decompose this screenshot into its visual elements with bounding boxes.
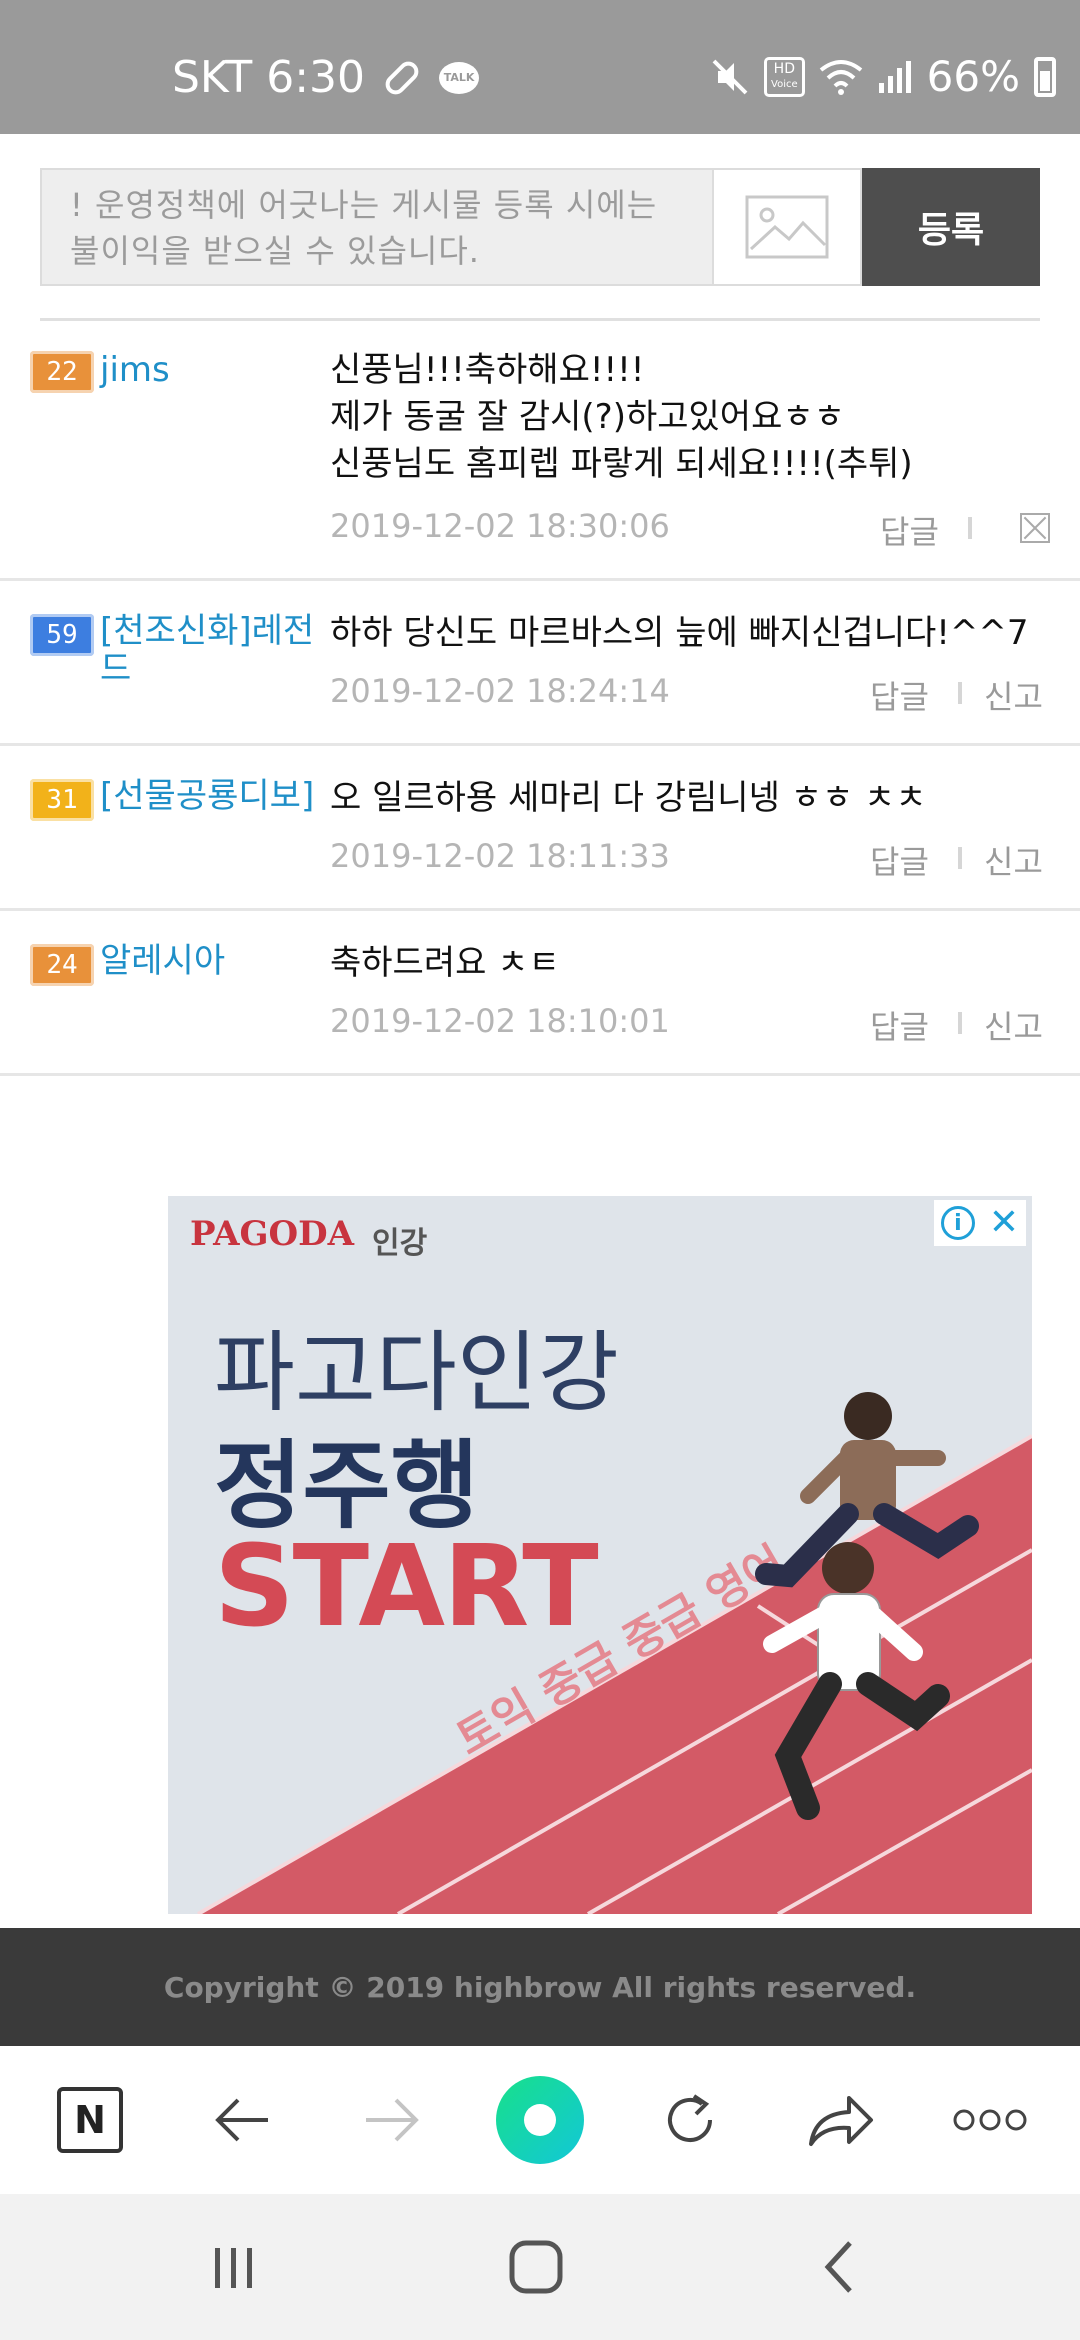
- ad-brand-sub: 인강: [372, 1226, 428, 1261]
- arrow-left-icon: [215, 2098, 268, 2142]
- more-dots-icon: [953, 2109, 1027, 2131]
- report-button[interactable]: 신고: [984, 1002, 1043, 1048]
- report-button[interactable]: 신고: [984, 837, 1043, 883]
- share-button[interactable]: [788, 2068, 892, 2172]
- battery-percent: 66%: [926, 52, 1020, 101]
- comment-nickname[interactable]: [천조신화]레전드: [100, 612, 320, 688]
- comment-nickname[interactable]: jims: [100, 351, 320, 389]
- more-button[interactable]: [938, 2068, 1042, 2172]
- report-button[interactable]: 신고: [984, 672, 1043, 718]
- comment-body: 하하 당신도 마르바스의 늪에 빠지신겁니다!^^7: [330, 613, 1029, 653]
- advertisement-banner[interactable]: 토익 중급 중급 영어 PAGODA 인강 i ✕ 파고다인강 정주행 STAR…: [168, 1196, 1032, 1914]
- image-icon: [745, 195, 829, 259]
- comment-input[interactable]: ! 운영정책에 어긋나는 게시물 등록 시에는 불이익을 받으실 수 있습니다.: [40, 168, 714, 286]
- comment-item: 59 [천조신화]레전드 하하 당신도 마르바스의 늪에 빠지신겁니다!^^7 …: [0, 584, 1080, 746]
- back-button[interactable]: [190, 2068, 294, 2172]
- share-arrow-icon: [809, 2096, 873, 2146]
- reply-button[interactable]: 답글: [880, 507, 939, 553]
- home-button[interactable]: [496, 2230, 576, 2304]
- n-icon: N: [57, 2087, 123, 2153]
- comment-nickname[interactable]: 알레시아: [100, 942, 320, 980]
- wifi-icon: [819, 59, 862, 95]
- ad-brand-logo: PAGODA: [190, 1214, 354, 1254]
- comment-date: 2019-12-02 18:11:33: [330, 837, 670, 875]
- status-left: SKT 6:30 TALK: [172, 52, 480, 103]
- talk-icon: TALK: [439, 61, 480, 94]
- home-square-icon: [509, 2240, 563, 2294]
- comment-form: ! 운영정책에 어긋나는 게시물 등록 시에는 불이익을 받으실 수 있습니다.…: [40, 168, 1040, 286]
- comment-body: 오 일르하용 세마리 다 강림니넹 ㅎㅎ ㅊㅊ: [330, 778, 927, 818]
- info-icon[interactable]: i: [940, 1206, 975, 1240]
- comment-date: 2019-12-02 18:24:14: [330, 672, 670, 710]
- browser-toolbar: N: [0, 2046, 1080, 2194]
- reply-button[interactable]: 답글: [870, 837, 929, 883]
- delete-icon[interactable]: [1020, 513, 1050, 543]
- image-attach-button[interactable]: [714, 168, 862, 286]
- comment-body: 신풍님!!!축하해요!!!! 제가 동굴 잘 감시(?)하고있어요ㅎㅎ 신풍님도…: [330, 350, 913, 484]
- signal-icon: [878, 60, 911, 93]
- mute-icon: [712, 59, 748, 94]
- close-icon[interactable]: ✕: [989, 1205, 1019, 1241]
- pill-icon: [381, 56, 423, 99]
- submit-button[interactable]: 등록: [862, 168, 1040, 286]
- battery-icon: [1034, 56, 1056, 97]
- level-badge: 24: [30, 944, 94, 986]
- forward-button[interactable]: [340, 2068, 444, 2172]
- action-separator: [958, 682, 962, 704]
- level-badge: 59: [30, 614, 94, 656]
- hd-voice-icon: HD Voice: [764, 56, 805, 97]
- action-separator: [958, 847, 962, 869]
- comment-item: 31 [선물공룡디보] 오 일르하용 세마리 다 강림니넹 ㅎㅎ ㅊㅊ 2019…: [0, 749, 1080, 911]
- carrier-time: SKT 6:30: [172, 52, 366, 103]
- level-badge: 22: [30, 351, 94, 393]
- copyright-footer: Copyright © 2019 highbrow All rights res…: [0, 1928, 1080, 2046]
- green-dot-button[interactable]: [488, 2068, 592, 2172]
- reload-icon: [668, 2094, 712, 2142]
- system-back-button[interactable]: [800, 2230, 880, 2304]
- level-badge: 31: [30, 779, 94, 821]
- action-separator: [968, 517, 972, 539]
- ad-headline-start: START: [214, 1522, 599, 1652]
- reply-button[interactable]: 답글: [870, 672, 929, 718]
- green-dot-icon: [496, 2076, 584, 2164]
- ad-controls: i ✕: [934, 1200, 1026, 1246]
- reply-button[interactable]: 답글: [870, 1002, 929, 1048]
- chevron-left-icon: [824, 2241, 852, 2293]
- naver-home-button[interactable]: N: [38, 2068, 142, 2172]
- comment-item: 22 jims 신풍님!!!축하해요!!!! 제가 동굴 잘 감시(?)하고있어…: [0, 321, 1080, 581]
- reload-button[interactable]: [638, 2068, 742, 2172]
- status-right: HD Voice 66%: [710, 52, 1056, 101]
- comment-item: 24 알레시아 축하드려요 ㅊㅌ 2019-12-02 18:10:01 답글 …: [0, 914, 1080, 1076]
- comment-body: 축하드려요 ㅊㅌ: [330, 943, 560, 983]
- system-navigation-bar: [0, 2194, 1080, 2340]
- recent-apps-button[interactable]: [194, 2230, 274, 2304]
- recent-apps-icon: [215, 2248, 252, 2288]
- arrow-right-icon: [366, 2098, 419, 2142]
- comment-date: 2019-12-02 18:10:01: [330, 1002, 670, 1040]
- comment-date: 2019-12-02 18:30:06: [330, 507, 670, 545]
- comment-nickname[interactable]: [선물공룡디보]: [100, 777, 340, 815]
- action-separator: [958, 1012, 962, 1034]
- status-bar: SKT 6:30 TALK HD Voice 66%: [0, 0, 1080, 134]
